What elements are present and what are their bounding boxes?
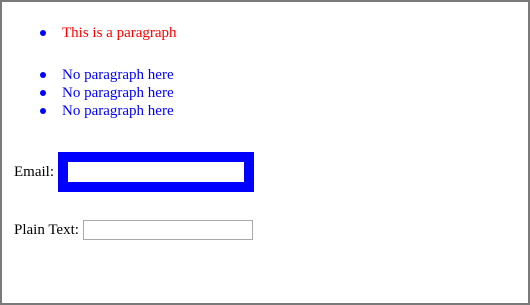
list-item: No paragraph here bbox=[38, 102, 174, 120]
page-content: This is a paragraph No paragraph here No… bbox=[0, 0, 526, 301]
list-item: No paragraph here bbox=[38, 84, 174, 102]
plain-text-row: Plain Text: bbox=[14, 218, 253, 242]
paragraph-list: This is a paragraph bbox=[38, 24, 177, 42]
list-item-label: No paragraph here bbox=[62, 85, 174, 101]
list-item: No paragraph here bbox=[38, 66, 174, 84]
bullet-icon bbox=[40, 90, 46, 96]
list-item-label: This is a paragraph bbox=[62, 25, 177, 41]
list-item-label: No paragraph here bbox=[62, 67, 174, 83]
bullet-icon bbox=[40, 30, 46, 36]
bullet-icon bbox=[40, 72, 46, 78]
plain-text-label: Plain Text: bbox=[14, 221, 79, 238]
no-paragraph-list: No paragraph here No paragraph here No p… bbox=[38, 66, 174, 120]
plain-text-field[interactable] bbox=[82, 220, 253, 240]
email-field[interactable] bbox=[58, 152, 254, 192]
bullet-icon bbox=[40, 108, 46, 114]
list-item-label: No paragraph here bbox=[62, 103, 174, 119]
email-label: Email: bbox=[14, 163, 54, 180]
list-item: This is a paragraph bbox=[38, 24, 177, 42]
email-row: Email: bbox=[14, 152, 254, 192]
